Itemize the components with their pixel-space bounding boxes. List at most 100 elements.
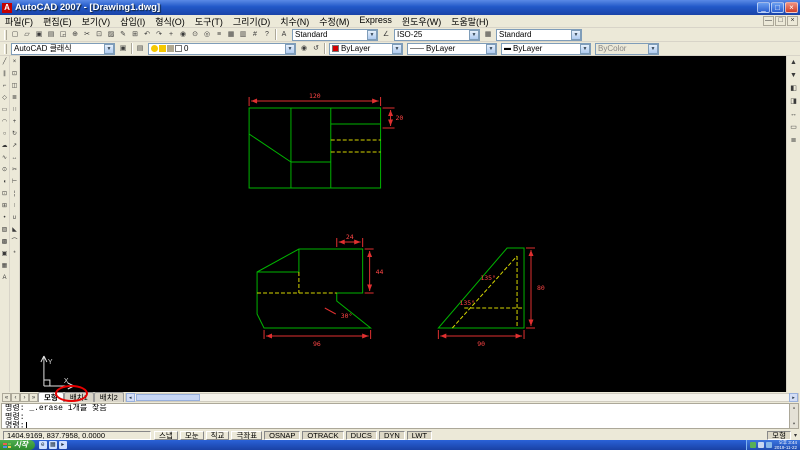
open-icon[interactable]: ▱ bbox=[21, 29, 33, 41]
menu-item[interactable]: 도움말(H) bbox=[446, 15, 493, 28]
table-style-combo[interactable]: Standard ▼ bbox=[496, 29, 582, 41]
block-editor-icon[interactable]: ⊞ bbox=[129, 29, 141, 41]
insert-block-icon[interactable]: ⊡ bbox=[0, 188, 9, 200]
mdi-minimize-button[interactable]: — bbox=[763, 16, 774, 26]
coordinates-display[interactable]: 1404.9169, 837.7958, 0.0000 bbox=[3, 431, 151, 440]
help-icon[interactable]: ? bbox=[261, 29, 273, 41]
mdi-close-button[interactable]: × bbox=[787, 16, 798, 26]
pan-icon[interactable]: + bbox=[165, 29, 177, 41]
stretch-icon[interactable]: ↔ bbox=[10, 152, 19, 164]
plot-icon[interactable]: ▤ bbox=[45, 29, 57, 41]
grid-toggle[interactable]: 모눈 bbox=[180, 431, 204, 440]
tool-palettes-icon[interactable]: ▥ bbox=[237, 29, 249, 41]
scroll-down-icon[interactable]: ▾ bbox=[792, 420, 795, 429]
toolbar-grip[interactable] bbox=[4, 44, 7, 54]
scroll-up-icon[interactable]: ▴ bbox=[792, 404, 795, 413]
tray-network-icon[interactable] bbox=[766, 442, 772, 448]
menu-item[interactable]: 윈도우(W) bbox=[397, 15, 446, 28]
command-scrollbar[interactable]: ▴ ▾ bbox=[789, 404, 798, 428]
menu-item[interactable]: 파일(F) bbox=[0, 15, 38, 28]
otrack-toggle[interactable]: OTRACK bbox=[302, 431, 343, 440]
first-tab-icon[interactable]: « bbox=[2, 393, 11, 402]
linetype-combo[interactable]: —— ByLayer ▼ bbox=[407, 43, 497, 55]
side-view[interactable]: 24 44 96 30° bbox=[257, 233, 383, 348]
chevron-down-icon[interactable]: ▼ bbox=[580, 44, 590, 54]
dim-label[interactable]: 135° bbox=[480, 274, 496, 282]
tray-shield-icon[interactable] bbox=[750, 442, 756, 448]
ellipse-icon[interactable]: ⊙ bbox=[0, 164, 9, 176]
gradient-icon[interactable]: ▩ bbox=[0, 236, 9, 248]
ortho-toggle[interactable]: 직교 bbox=[206, 431, 230, 440]
menu-item[interactable]: 수정(M) bbox=[314, 15, 354, 28]
next-tab-icon[interactable]: › bbox=[20, 393, 29, 402]
area-icon[interactable]: ▭ bbox=[788, 121, 800, 134]
break-at-point-icon[interactable]: ¦ bbox=[10, 188, 19, 200]
chevron-down-icon[interactable]: ▼ bbox=[367, 30, 377, 40]
scroll-left-icon[interactable]: ◂ bbox=[126, 393, 135, 402]
front-view-dimension-lines[interactable] bbox=[249, 97, 394, 128]
dyn-toggle[interactable]: DYN bbox=[379, 431, 405, 440]
extend-icon[interactable]: ⊢ bbox=[10, 176, 19, 188]
paste-icon[interactable]: ▨ bbox=[105, 29, 117, 41]
quickcalc-icon[interactable]: # bbox=[249, 29, 261, 41]
workspace-combo[interactable]: AutoCAD 클래식 ▼ bbox=[11, 43, 115, 55]
prev-tab-icon[interactable]: ‹ bbox=[11, 393, 20, 402]
model-paper-toggle[interactable]: 모형 bbox=[767, 431, 791, 440]
multiline-text-icon[interactable]: A bbox=[0, 272, 9, 284]
show-desktop-icon[interactable]: ▦ bbox=[49, 441, 57, 449]
start-button[interactable]: 시작 bbox=[0, 440, 35, 450]
save-workspace-icon[interactable]: ▣ bbox=[117, 43, 129, 55]
dim-label[interactable]: 120 bbox=[309, 92, 321, 100]
tab-layout2[interactable]: 배치2 bbox=[94, 392, 124, 402]
properties-icon[interactable]: ≡ bbox=[213, 29, 225, 41]
front-view-hidden-lines[interactable] bbox=[331, 140, 381, 152]
dim-label[interactable]: 96 bbox=[313, 340, 321, 348]
chevron-down-icon[interactable]: ▼ bbox=[104, 44, 114, 54]
text-style-manager-icon[interactable]: A bbox=[278, 29, 290, 41]
front-view-outline[interactable] bbox=[249, 108, 380, 188]
front-view[interactable]: 120 20 bbox=[249, 92, 403, 188]
menu-item[interactable]: 형식(O) bbox=[150, 15, 190, 28]
zoom-window-icon[interactable]: ⊙ bbox=[189, 29, 201, 41]
layer-properties-icon[interactable]: ▤ bbox=[134, 43, 146, 55]
copy-object-icon[interactable]: ⊡ bbox=[10, 68, 19, 80]
arc-icon[interactable]: ◠ bbox=[0, 116, 9, 128]
dim-label[interactable]: 135° bbox=[459, 299, 475, 307]
make-object-layer-current-icon[interactable]: ◉ bbox=[298, 43, 310, 55]
dim-label[interactable]: 30° bbox=[341, 312, 353, 320]
lwt-toggle[interactable]: LWT bbox=[407, 431, 432, 440]
draworder-above-icon[interactable]: ◧ bbox=[788, 82, 800, 95]
media-player-icon[interactable]: ▸ bbox=[59, 441, 67, 449]
ducs-toggle[interactable]: DUCS bbox=[346, 431, 377, 440]
distance-icon[interactable]: ↔ bbox=[788, 108, 800, 121]
break-icon[interactable]: ∶ bbox=[10, 200, 19, 212]
new-icon[interactable]: ▢ bbox=[9, 29, 21, 41]
draworder-under-icon[interactable]: ◨ bbox=[788, 95, 800, 108]
maximize-button[interactable]: □ bbox=[771, 2, 784, 13]
end-view[interactable]: 90 80 135° 135° bbox=[438, 248, 544, 348]
dim-label[interactable]: 80 bbox=[537, 284, 545, 292]
region-icon[interactable]: ▣ bbox=[0, 248, 9, 260]
menu-item[interactable]: 치수(N) bbox=[275, 15, 314, 28]
dim-label[interactable]: 20 bbox=[396, 114, 404, 122]
drawing-canvas[interactable]: 120 20 bbox=[20, 56, 786, 392]
toolbar-grip[interactable] bbox=[4, 30, 7, 40]
construction-line-icon[interactable]: ∥ bbox=[0, 68, 9, 80]
horizontal-scrollbar[interactable]: ◂ ▸ bbox=[125, 393, 799, 402]
side-view-dimension-lines[interactable] bbox=[264, 238, 374, 339]
command-prompt[interactable]: 명령: bbox=[5, 422, 786, 429]
array-icon[interactable]: ∷ bbox=[10, 104, 19, 116]
match-properties-icon[interactable]: ✎ bbox=[117, 29, 129, 41]
erase-icon[interactable]: × bbox=[10, 56, 19, 68]
layer-previous-icon[interactable]: ↺ bbox=[310, 43, 322, 55]
side-view-outline[interactable] bbox=[257, 249, 371, 328]
menu-item[interactable]: 삽입(I) bbox=[115, 15, 150, 28]
last-tab-icon[interactable]: » bbox=[29, 393, 38, 402]
scale-icon[interactable]: ↗ bbox=[10, 140, 19, 152]
trim-icon[interactable]: ✂ bbox=[10, 164, 19, 176]
osnap-toggle[interactable]: OSNAP bbox=[264, 431, 300, 440]
menu-item[interactable]: 편집(E) bbox=[38, 15, 77, 28]
table-icon[interactable]: ▦ bbox=[0, 260, 9, 272]
taskbar-clock[interactable]: 오후 3:44 2019-11-22 bbox=[774, 440, 797, 450]
offset-icon[interactable]: ≣ bbox=[10, 92, 19, 104]
